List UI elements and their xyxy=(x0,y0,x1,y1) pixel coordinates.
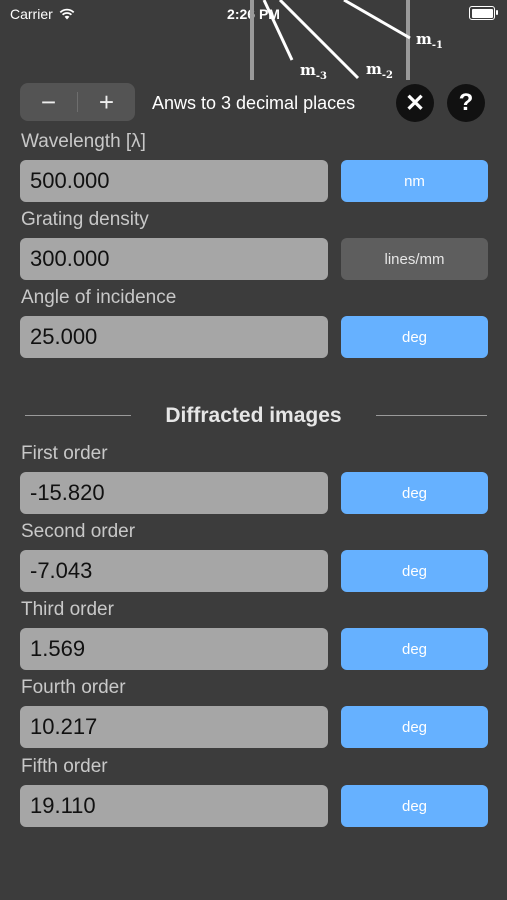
second-order-unit-button[interactable]: deg xyxy=(341,550,488,592)
fourth-order-label: Fourth order xyxy=(21,677,126,698)
fifth-order-field[interactable]: 19.110 xyxy=(20,785,328,827)
wavelength-unit-button[interactable]: nm xyxy=(341,160,488,202)
grating-density-label: Grating density xyxy=(21,209,149,230)
fifth-order-unit-button[interactable]: deg xyxy=(341,785,488,827)
second-order-label: Second order xyxy=(21,521,136,542)
second-order-field[interactable]: -7.043 xyxy=(20,550,328,592)
close-icon: ✕ xyxy=(404,89,426,117)
svg-text:m-1: m-1 xyxy=(416,30,443,51)
diffracted-images-header: Diffracted images xyxy=(0,402,507,430)
third-order-unit-button[interactable]: deg xyxy=(341,628,488,670)
close-button[interactable]: ✕ xyxy=(396,84,434,122)
increment-button[interactable]: + xyxy=(78,83,135,121)
wavelength-label: Wavelength [λ] xyxy=(21,131,146,152)
section-title: Diffracted images xyxy=(165,404,342,427)
first-order-unit-button[interactable]: deg xyxy=(341,472,488,514)
fourth-order-field[interactable]: 10.217 xyxy=(20,706,328,748)
grating-density-field[interactable]: 300.000 xyxy=(20,238,328,280)
grating-density-unit-button[interactable]: lines/mm xyxy=(341,238,488,280)
battery-icon xyxy=(469,6,498,20)
fifth-order-label: Fifth order xyxy=(21,756,108,777)
diffraction-diagram: m-1 m-2 m-3 xyxy=(250,0,443,82)
question-icon: ? xyxy=(458,89,474,116)
angle-of-incidence-unit-button[interactable]: deg xyxy=(341,316,488,358)
wavelength-field[interactable]: 500.000 xyxy=(20,160,328,202)
third-order-label: Third order xyxy=(21,599,114,620)
svg-text:m-3: m-3 xyxy=(300,61,327,82)
help-button[interactable]: ? xyxy=(447,84,485,122)
header-divider-right xyxy=(376,415,487,416)
decimal-places-label: Anws to 3 decimal places xyxy=(152,93,356,113)
angle-of-incidence-label: Angle of incidence xyxy=(21,287,177,308)
first-order-label: First order xyxy=(21,443,108,464)
decimal-stepper[interactable]: − + xyxy=(20,83,135,121)
decrement-button[interactable]: − xyxy=(20,83,77,121)
third-order-field[interactable]: 1.569 xyxy=(20,628,328,670)
svg-text:m-2: m-2 xyxy=(366,60,393,81)
first-order-field[interactable]: -15.820 xyxy=(20,472,328,514)
fourth-order-unit-button[interactable]: deg xyxy=(341,706,488,748)
angle-of-incidence-field[interactable]: 25.000 xyxy=(20,316,328,358)
